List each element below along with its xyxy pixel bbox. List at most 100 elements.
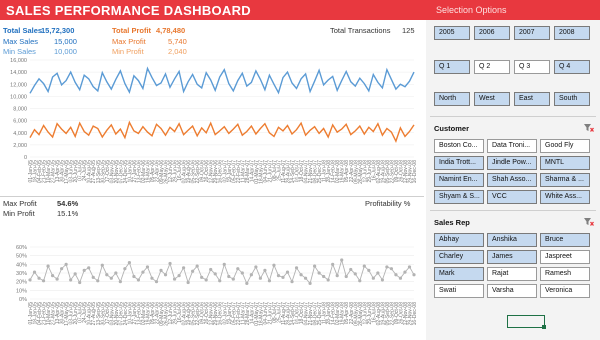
data-point: [349, 267, 353, 272]
quarter-chip-q-4[interactable]: Q 4: [554, 60, 590, 74]
data-point: [50, 274, 55, 278]
year-chip-2006[interactable]: 2006: [474, 26, 510, 40]
sales-rep-chip-abhay[interactable]: Abhay: [434, 233, 484, 247]
y-tick-label: 50%: [16, 254, 27, 260]
data-point: [209, 267, 213, 272]
customer-chip-vcc[interactable]: VCC: [487, 190, 537, 204]
data-point: [281, 275, 285, 279]
customer-chip-sharma[interactable]: Sharma & ...: [540, 173, 590, 187]
data-point: [168, 261, 172, 266]
data-point: [326, 278, 330, 282]
data-point: [41, 279, 46, 283]
customer-chip-jindle-pow[interactable]: Jindle Pow...: [487, 156, 537, 170]
selection-title: Selection Options: [436, 5, 507, 15]
y-tick-label: 12,000: [10, 82, 27, 88]
kpi-label: Total Sales: [3, 26, 43, 35]
clear-filter-icon[interactable]: [584, 218, 594, 226]
data-point: [123, 267, 127, 271]
quarter-chip-q-3[interactable]: Q 3: [514, 60, 550, 74]
year-chip-2008[interactable]: 2008: [554, 26, 590, 40]
data-point: [218, 279, 222, 283]
y-tick-label: 10,000: [10, 94, 27, 100]
region-chip-north[interactable]: North: [434, 92, 470, 106]
data-point: [353, 272, 357, 276]
customer-chip-good-fly[interactable]: Good Fly: [540, 139, 590, 153]
sales-rep-chip-charley[interactable]: Charley: [434, 250, 484, 264]
customer-chip-namint-en[interactable]: Namint En...: [434, 173, 484, 187]
sales-rep-chip-rajat[interactable]: Rajat: [487, 267, 537, 281]
data-point: [317, 271, 321, 275]
sales-rep-chip-mark[interactable]: Mark: [434, 267, 484, 281]
sales-rep-chip-bruce[interactable]: Bruce: [540, 233, 590, 247]
data-point: [163, 273, 168, 277]
data-point: [150, 276, 154, 280]
quarter-chip-q-1[interactable]: Q 1: [434, 60, 470, 74]
selection-header: Selection Options: [426, 0, 600, 20]
kpi-label: Total Transactions: [330, 26, 391, 35]
data-point: [28, 278, 32, 282]
year-chip-2007[interactable]: 2007: [514, 26, 550, 40]
data-point: [204, 278, 208, 282]
y-tick-label: 20%: [16, 280, 27, 286]
region-chip-south[interactable]: South: [554, 92, 590, 106]
data-point: [55, 277, 59, 281]
data-point: [380, 278, 384, 282]
data-point: [182, 266, 186, 270]
data-point: [236, 267, 240, 271]
y-tick-label: 0: [24, 155, 27, 161]
data-point: [172, 277, 177, 281]
active-cell[interactable]: [507, 315, 545, 328]
kpi-value: 10,000: [54, 47, 77, 56]
data-point: [46, 264, 50, 268]
kpi-value: 15,000: [54, 37, 77, 46]
data-point: [159, 268, 163, 272]
data-point: [389, 267, 394, 271]
data-point: [344, 274, 348, 279]
sales-rep-chip-ramesh[interactable]: Ramesh: [540, 267, 590, 281]
kpi-label: Min Sales: [3, 47, 36, 56]
data-point: [331, 262, 335, 266]
data-point: [385, 265, 389, 269]
customer-chip-shah-asso[interactable]: Shah Asso...: [487, 173, 537, 187]
sales-rep-chip-veronica[interactable]: Veronica: [540, 284, 590, 298]
kpi-label: Min Profit: [112, 47, 144, 56]
sales-rep-chip-anshika[interactable]: Anshika: [487, 233, 537, 247]
sales-rep-title: Sales Rep: [434, 218, 470, 227]
data-point: [322, 274, 326, 279]
data-point: [96, 279, 100, 283]
data-point: [87, 266, 91, 270]
data-point: [78, 280, 82, 285]
customer-chip-white-ass[interactable]: White Ass...: [540, 190, 590, 204]
customer-chip-boston-co[interactable]: Boston Co...: [434, 139, 484, 153]
customer-chip-mntl[interactable]: MNTL: [540, 156, 590, 170]
slicer-divider: [430, 210, 596, 211]
data-point: [299, 273, 303, 277]
data-point: [263, 268, 267, 272]
kpi-value: 125: [402, 26, 415, 35]
data-point: [398, 276, 403, 280]
sales-rep-chip-varsha[interactable]: Varsha: [487, 284, 537, 298]
kpi-label: Max Sales: [3, 37, 39, 46]
sales-rep-chip-james[interactable]: James: [487, 250, 537, 264]
clear-filter-icon[interactable]: [584, 124, 594, 132]
region-chip-west[interactable]: West: [474, 92, 510, 106]
year-chip-2005[interactable]: 2005: [434, 26, 470, 40]
data-point: [376, 271, 380, 275]
data-point: [191, 269, 195, 273]
data-point: [313, 264, 317, 268]
quarter-chip-q-2[interactable]: Q 2: [474, 60, 510, 74]
region-chip-east[interactable]: East: [514, 92, 550, 106]
data-point: [60, 267, 64, 271]
data-point: [285, 270, 290, 274]
data-point: [141, 270, 145, 274]
sales-profit-chart: 0 2,000 4,000 6,000 8,000 10,000 12,000 14,000 1…: [10, 58, 418, 184]
data-point: [109, 276, 113, 280]
y-tick-label: 16,000: [10, 58, 27, 64]
sales-rep-chip-swati[interactable]: Swati: [434, 284, 484, 298]
data-point: [231, 277, 235, 281]
customer-chip-shyam-s[interactable]: Shyam & S...: [434, 190, 484, 204]
customer-chip-india-trott[interactable]: India Trott...: [434, 156, 484, 170]
sales-rep-chip-jaspreet[interactable]: Jaspreet: [540, 250, 590, 264]
fill-handle[interactable]: [542, 325, 546, 329]
customer-chip-data-troni[interactable]: Data Troni...: [487, 139, 537, 153]
